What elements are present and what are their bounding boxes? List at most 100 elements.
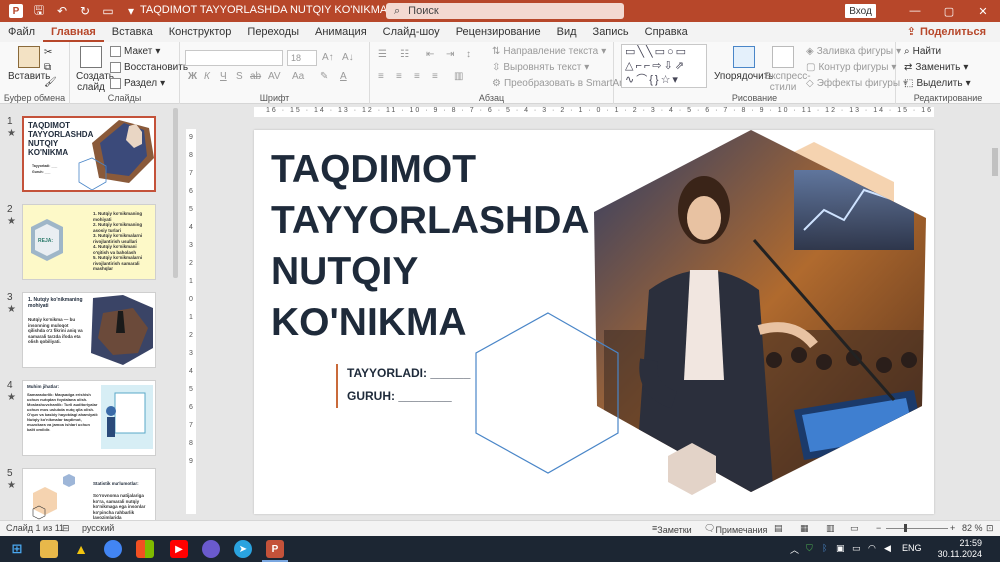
align-left-icon[interactable]: ≡ xyxy=(378,71,384,82)
columns-icon[interactable]: ▥ xyxy=(454,71,463,82)
decrease-font-icon[interactable]: A↓ xyxy=(342,52,354,63)
customize-quick-access-icon[interactable]: ▾ xyxy=(124,4,138,18)
search-box[interactable]: ⌕ Поиск xyxy=(386,3,624,19)
line-spacing-icon[interactable]: ↕ xyxy=(466,49,471,60)
italic-button[interactable]: К xyxy=(204,71,210,82)
smartart-button[interactable]: ⚙Преобразовать в SmartArt ▾ xyxy=(492,78,633,89)
media-player-icon[interactable] xyxy=(202,540,220,558)
tab-design[interactable]: Конструктор xyxy=(161,22,240,42)
tab-review[interactable]: Рецензирование xyxy=(448,22,549,42)
select-button[interactable]: ⬚ Выделить ▾ xyxy=(904,78,971,89)
slide-sorter-icon[interactable]: ▦ xyxy=(800,523,809,534)
minimize-button[interactable]: — xyxy=(898,0,932,22)
display-icon[interactable]: ▭ xyxy=(852,543,861,554)
font-size-box[interactable]: 18 xyxy=(287,50,317,66)
align-text-button[interactable]: ⇳ Выровнять текст ▾ xyxy=(492,62,589,73)
thumbnail-slide-1[interactable]: TAQDIMOT TAYYORLASHDA NUTQIY KO'NIKMA Ta… xyxy=(22,116,156,192)
redo-icon[interactable]: ↻ xyxy=(78,4,92,18)
tab-insert[interactable]: Вставка xyxy=(104,22,161,42)
align-right-icon[interactable]: ≡ xyxy=(414,71,420,82)
zoom-slider[interactable] xyxy=(886,528,948,529)
tab-home[interactable]: Главная xyxy=(43,22,104,42)
editor-scroll-thumb[interactable] xyxy=(992,148,998,176)
bold-button[interactable]: Ж xyxy=(188,71,197,82)
tab-animations[interactable]: Анимация xyxy=(307,22,375,42)
login-button[interactable]: Вход xyxy=(845,4,876,18)
system-clock[interactable]: 21:59 30.11.2024 xyxy=(938,538,982,560)
tab-view[interactable]: Вид xyxy=(549,22,585,42)
thumbnail-row[interactable]: 1 ★ TAQDIMOT TAYYORLASHDA NUTQIY KO'NIKM… xyxy=(0,116,172,196)
quick-styles-button[interactable]: Экспресс-стили xyxy=(764,46,811,93)
bullets-icon[interactable]: ☰ xyxy=(378,49,387,60)
outdent-icon[interactable]: ⇥ xyxy=(446,49,454,60)
align-center-icon[interactable]: ≡ xyxy=(396,71,402,82)
underline-button[interactable]: Ч xyxy=(220,71,227,82)
shadow-button[interactable]: S xyxy=(236,71,243,82)
keyboard-language[interactable]: ENG xyxy=(902,543,922,553)
security-shield-icon[interactable]: ⛉ xyxy=(806,543,813,554)
replace-button[interactable]: ⇄ Заменить ▾ xyxy=(904,62,968,73)
new-slide-button[interactable]: Создать слайд xyxy=(76,46,114,93)
slideshow-view-icon[interactable]: ▭ xyxy=(850,523,859,534)
font-color-icon[interactable]: A xyxy=(340,71,347,82)
cut-icon[interactable]: ✂ xyxy=(44,47,52,58)
zoom-slider-thumb[interactable] xyxy=(904,524,907,532)
norton-icon[interactable]: ▲ xyxy=(72,540,90,558)
zoom-level[interactable]: 82 % xyxy=(962,523,983,533)
present-icon[interactable]: ▭ xyxy=(101,4,115,18)
increase-font-icon[interactable]: A↑ xyxy=(322,52,334,63)
slide-canvas[interactable]: TAQDIMOT TAYYORLASHDA NUTQIY KO'NIKMA TA… xyxy=(254,130,934,514)
undo-icon[interactable]: ↶ xyxy=(55,4,69,18)
accessibility-icon[interactable]: ⊟ xyxy=(62,523,70,534)
chrome-icon[interactable] xyxy=(104,540,122,558)
justify-icon[interactable]: ≡ xyxy=(432,71,438,82)
fit-slide-icon[interactable]: ⊡ xyxy=(986,523,994,534)
spacing-button[interactable]: AV xyxy=(268,71,281,82)
tray-chevron-icon[interactable]: ︿ xyxy=(790,543,799,556)
find-button[interactable]: ⌕ Найти xyxy=(904,46,941,57)
shape-effects-button[interactable]: ◇ Эффекты фигуры ▾ xyxy=(806,78,908,89)
thumbnails-scrollbar[interactable] xyxy=(172,104,178,520)
thumbnail-slide-3[interactable]: 1. Nutqiy ko'nikmaning mohiyati Nutqiy k… xyxy=(22,292,156,368)
format-painter-icon[interactable]: 🖌 xyxy=(44,77,57,88)
indent-icon[interactable]: ⇤ xyxy=(426,49,434,60)
text-direction-button[interactable]: ⇅ Направление текста ▾ xyxy=(492,46,606,57)
layout-button[interactable]: Макет ▾ xyxy=(110,46,160,57)
tab-record[interactable]: Запись xyxy=(585,22,637,42)
zoom-out-icon[interactable]: − xyxy=(876,523,881,533)
save-icon[interactable]: 🖫 xyxy=(32,3,46,18)
case-button[interactable]: Aa xyxy=(292,71,304,82)
thumbnail-slide-4[interactable]: Muhim jihatlar: Samaradorlik: Maqsadga e… xyxy=(22,380,156,456)
copy-icon[interactable]: ⧉ xyxy=(44,62,51,73)
thumbnail-row[interactable]: 5 ★ Statistik ma'lumotlar: So'rovnoma na… xyxy=(0,468,172,520)
file-explorer-icon[interactable] xyxy=(40,540,58,558)
thumbnail-slide-5[interactable]: Statistik ma'lumotlar: So'rovnoma natija… xyxy=(22,468,156,520)
comments-button[interactable]: 🗨 Примечания xyxy=(704,523,767,535)
thumbnail-row[interactable]: 2 ★ REJA: 1. Nutqiy ko'nikmaning mohiyat… xyxy=(0,204,172,284)
shape-outline-button[interactable]: ▢ Контур фигуры ▾ xyxy=(806,62,896,73)
strikethrough-button[interactable]: ab xyxy=(250,71,261,82)
tab-help[interactable]: Справка xyxy=(637,22,696,42)
microsoft-store-icon[interactable] xyxy=(136,540,154,558)
tab-slideshow[interactable]: Слайд-шоу xyxy=(375,22,448,42)
section-button[interactable]: Раздел ▾ xyxy=(110,78,165,89)
photo-icon[interactable]: ▣ xyxy=(836,543,845,554)
highlight-icon[interactable]: ✎ xyxy=(320,71,328,82)
language-indicator[interactable]: русский xyxy=(82,523,114,533)
volume-icon[interactable]: ◀ xyxy=(884,543,891,554)
zoom-in-icon[interactable]: + xyxy=(950,523,955,533)
notes-button[interactable]: ≡ Заметки xyxy=(652,523,692,535)
normal-view-icon[interactable]: ▤ xyxy=(774,523,783,534)
restore-button[interactable]: ▢ xyxy=(932,0,966,22)
close-button[interactable]: ✕ xyxy=(966,0,1000,22)
tab-file[interactable]: Файл xyxy=(0,22,43,42)
reset-button[interactable]: Восстановить xyxy=(110,62,188,73)
thumbnails-scroll-thumb[interactable] xyxy=(173,108,178,278)
font-name-box[interactable] xyxy=(185,50,283,66)
thumbnail-row[interactable]: 3 ★ 1. Nutqiy ko'nikmaning mohiyati Nutq… xyxy=(0,292,172,372)
wifi-icon[interactable]: ◠ xyxy=(868,543,876,554)
windows-start-icon[interactable]: ⊞ xyxy=(8,540,26,558)
thumbnail-row[interactable]: 4 ★ Muhim jihatlar: Samaradorlik: Maqsad… xyxy=(0,380,172,460)
bluetooth-icon[interactable]: ᛒ xyxy=(822,543,827,553)
tab-transitions[interactable]: Переходы xyxy=(239,22,307,42)
